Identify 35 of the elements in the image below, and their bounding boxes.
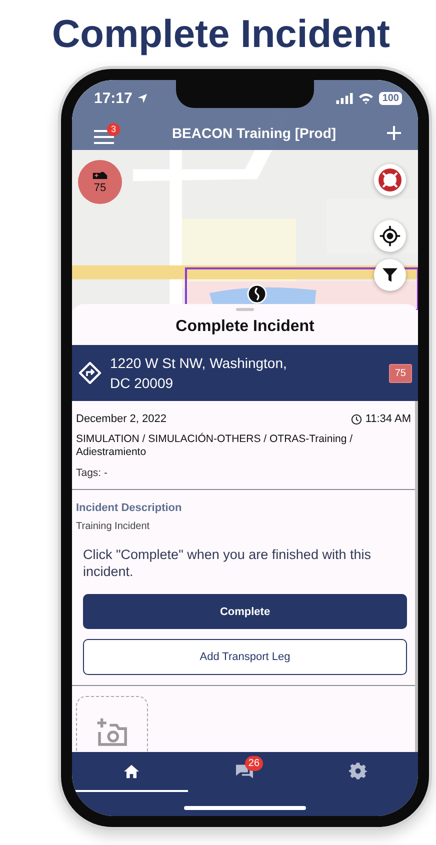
life-ring-icon [378, 168, 402, 192]
signal-icon [336, 92, 354, 104]
incident-tags: Tags: - [76, 467, 411, 479]
filter-icon [381, 266, 399, 284]
incident-address: 1220 W St NW, Washington, DC 20009 [110, 354, 288, 393]
battery-indicator: 100 [379, 92, 402, 104]
incident-type: SIMULATION / SIMULACIÓN-OTHERS / OTRAS-Training / Adiestramiento [76, 433, 354, 459]
incident-description: Training Incident [76, 521, 151, 532]
priority-tag: 75 [388, 364, 412, 382]
ambulance-icon [92, 170, 108, 180]
status-time: 17:17 [94, 90, 132, 106]
directions-icon[interactable] [78, 361, 102, 385]
menu-button[interactable]: 3 [94, 122, 122, 144]
app-title: BEACON Training [Prod] [170, 125, 338, 141]
transport-leg-button[interactable]: Add Transport Leg [83, 639, 407, 675]
wifi-icon [358, 92, 374, 104]
location-arrow-icon [137, 92, 148, 104]
page-title: Complete Incident [52, 12, 390, 58]
complete-button[interactable]: Complete [83, 594, 407, 629]
unread-badge: 26 [244, 756, 263, 771]
instruction-text: Click "Complete" when you are finished with this incident. [83, 546, 372, 580]
notification-badge: 3 [107, 122, 120, 136]
add-camera-icon [95, 717, 129, 747]
incident-marker-icon[interactable] [247, 284, 267, 304]
incident-date: December 2, 2022 [76, 413, 168, 425]
sheet-title: Complete Incident [174, 317, 316, 337]
section-label: Incident Description [76, 502, 183, 514]
settings-icon [349, 762, 368, 780]
cluster-count: 75 [94, 182, 106, 194]
drag-handle[interactable] [236, 308, 254, 311]
clock-icon [351, 414, 362, 424]
crosshair-icon [379, 225, 401, 247]
add-icon[interactable] [386, 125, 402, 141]
incident-time: 11:34 AM [365, 413, 411, 425]
home-icon [123, 764, 140, 778]
